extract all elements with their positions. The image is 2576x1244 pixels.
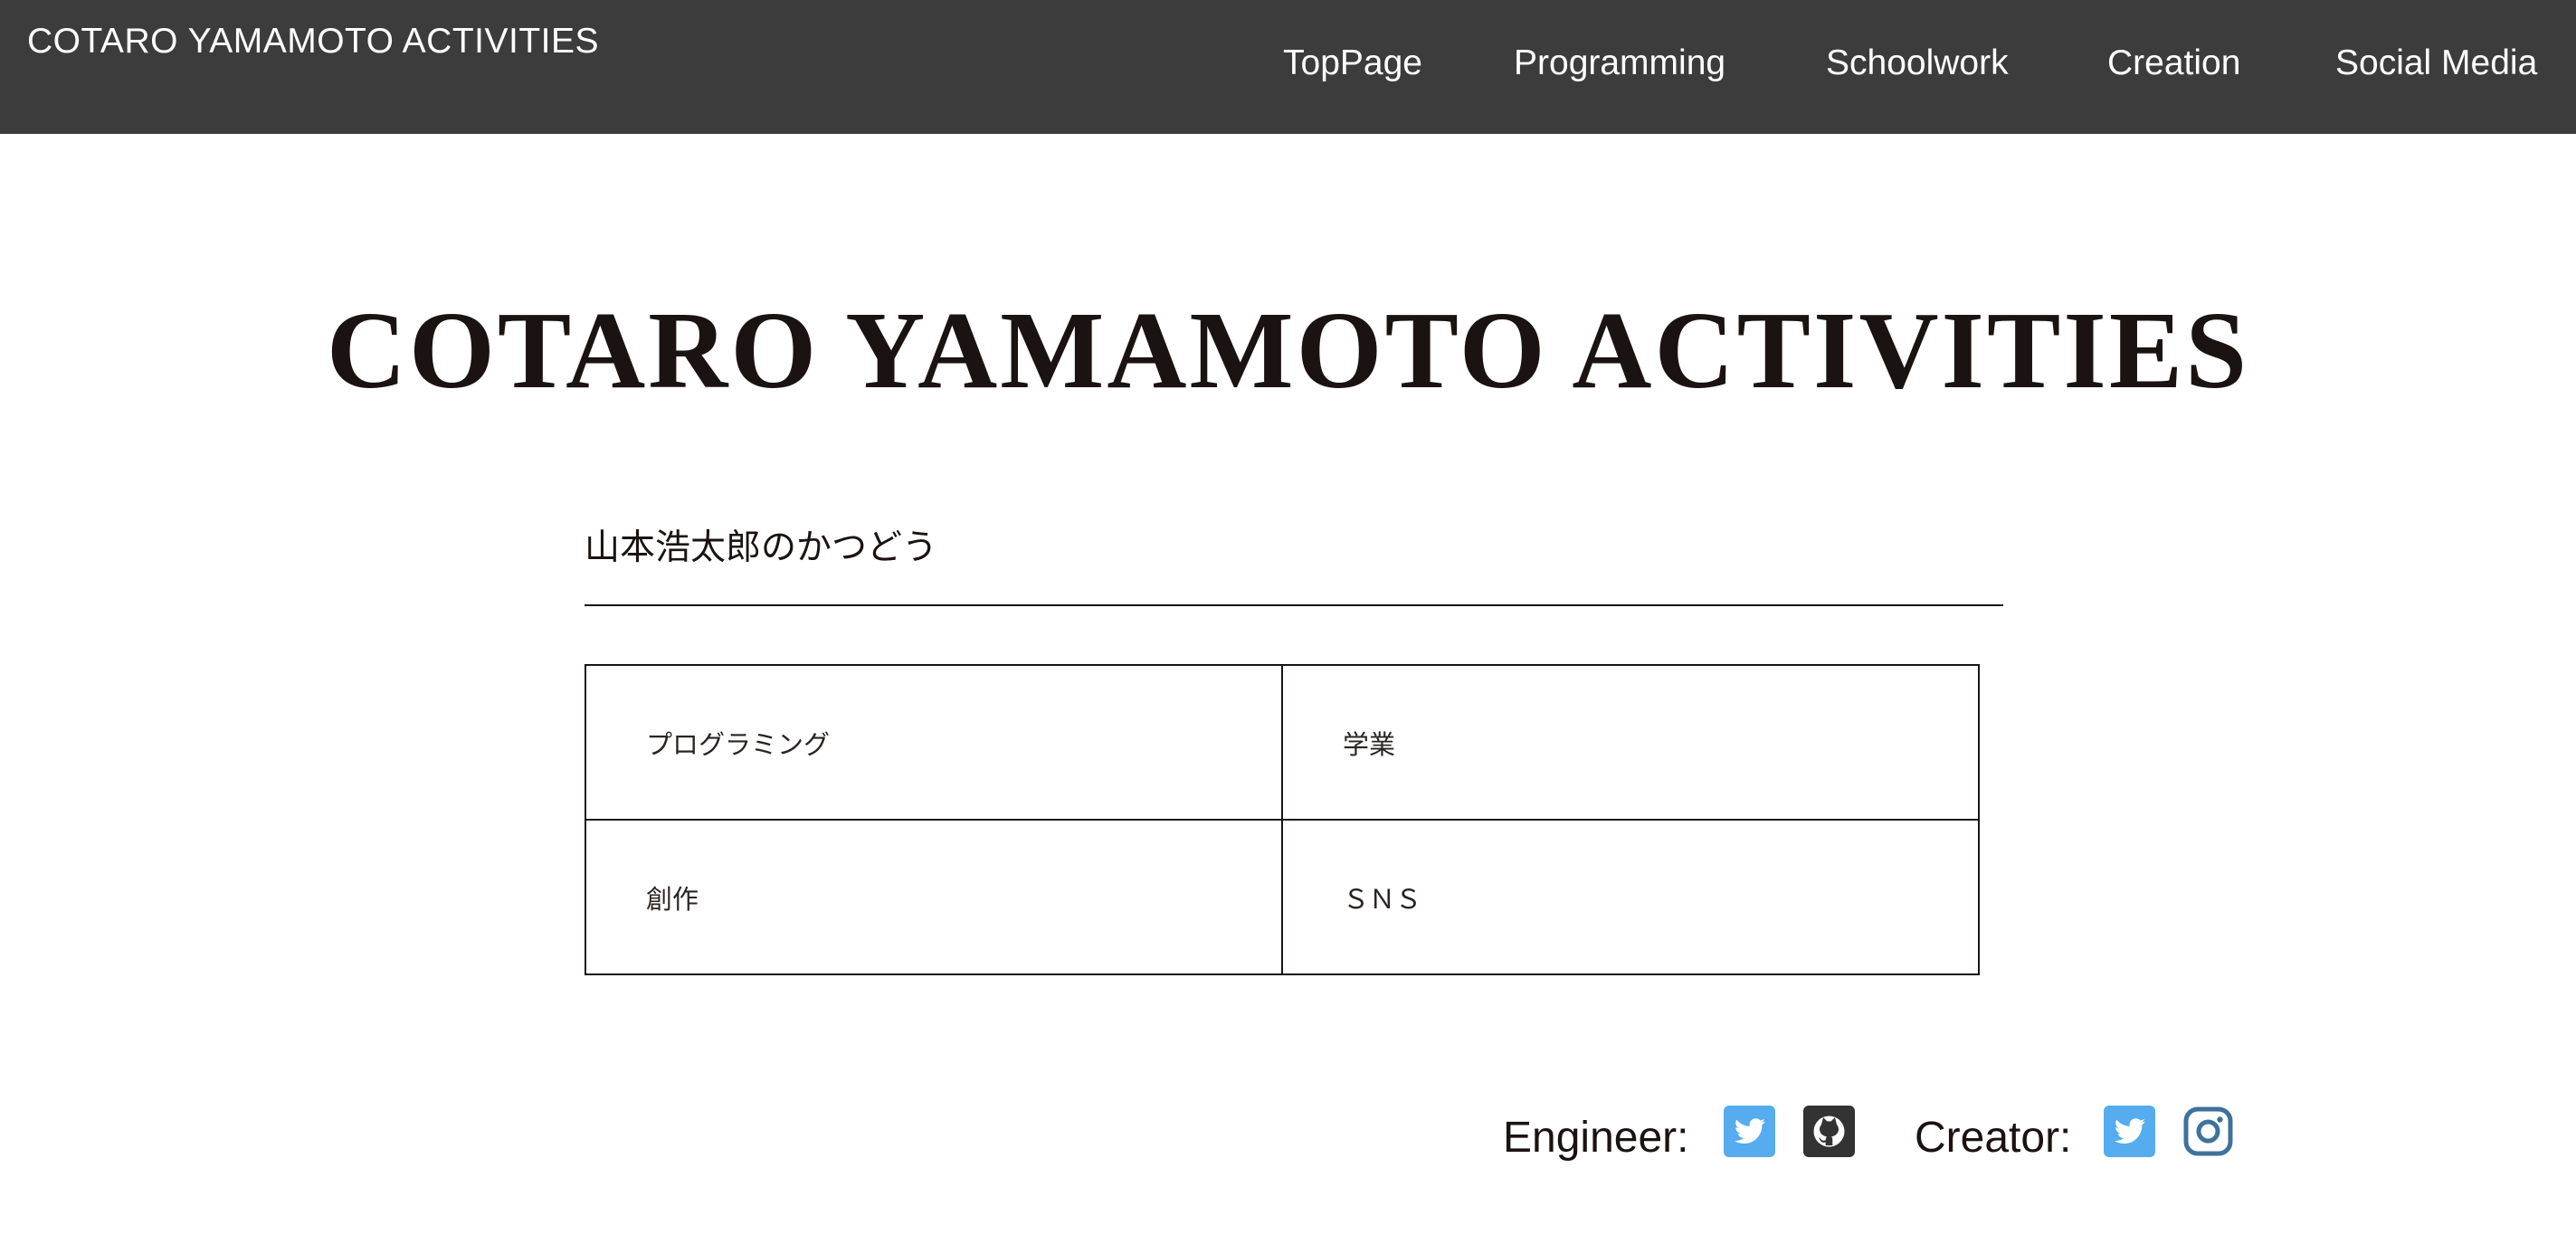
activities-grid: プログラミング 学業 創作 ＳＮＳ [585, 664, 1980, 975]
nav-item-social-media[interactable]: Social Media [2335, 43, 2537, 83]
grid-cell-label: 学業 [1343, 729, 1396, 760]
page-subtitle: 山本浩太郎のかつどう [585, 527, 938, 568]
social-links: Engineer: Creator: [1502, 1106, 2244, 1163]
twitter-icon[interactable] [2104, 1106, 2155, 1157]
grid-cell-creation[interactable]: 創作 [586, 821, 1283, 975]
top-navigation-bar: COTARO YAMAMOTO ACTIVITIES TopPage Progr… [0, 0, 2576, 134]
nav-item-programming[interactable]: Programming [1514, 43, 1725, 83]
creator-label: Creator: [1915, 1114, 2072, 1162]
grid-cell-label: ＳＮＳ [1343, 884, 1422, 915]
grid-cell-schoolwork[interactable]: 学業 [1283, 666, 1980, 821]
instagram-icon[interactable] [2182, 1106, 2234, 1157]
twitter-icon[interactable] [1724, 1106, 1775, 1157]
engineer-label: Engineer: [1503, 1114, 1689, 1162]
nav-item-toppage[interactable]: TopPage [1283, 43, 1422, 83]
grid-cell-programming[interactable]: プログラミング [586, 666, 1283, 821]
nav-item-creation[interactable]: Creation [2107, 43, 2240, 83]
grid-cell-label: 創作 [646, 884, 699, 915]
page-title: COTARO YAMAMOTO ACTIVITIES [326, 290, 2250, 412]
divider [585, 604, 2003, 606]
grid-cell-sns[interactable]: ＳＮＳ [1283, 821, 1980, 975]
nav-item-schoolwork[interactable]: Schoolwork [1826, 43, 2009, 83]
github-icon[interactable] [1803, 1106, 1855, 1157]
grid-cell-label: プログラミング [646, 729, 831, 760]
main-nav: TopPage Programming Schoolwork Creation … [0, 43, 2576, 90]
